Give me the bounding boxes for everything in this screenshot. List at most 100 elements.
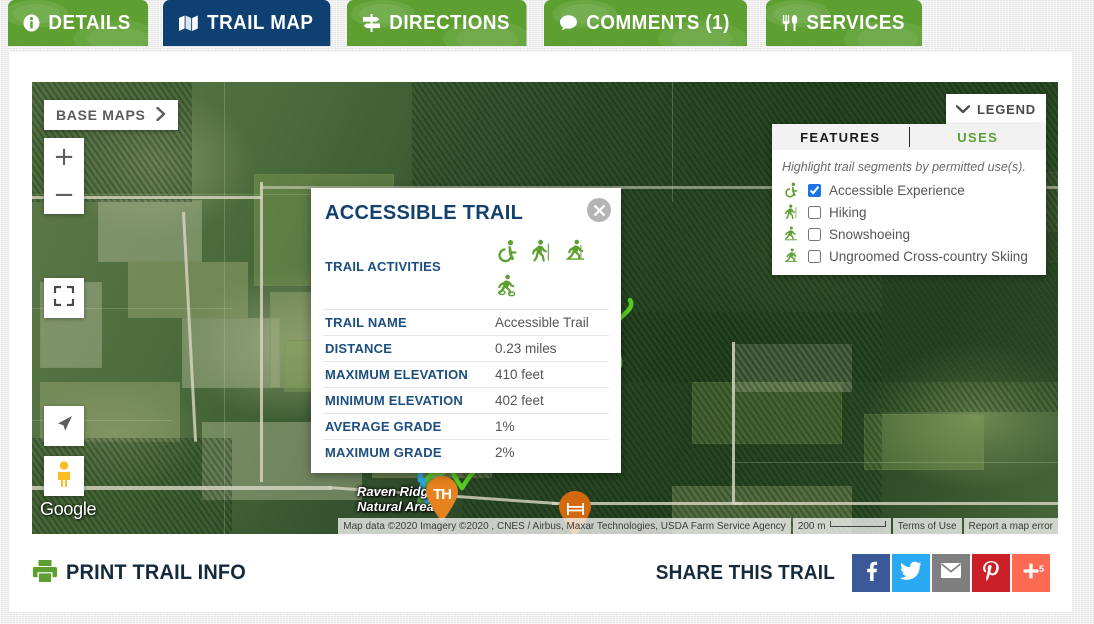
twitter-bird-icon — [899, 561, 922, 585]
terms-of-use-link[interactable]: Terms of Use — [892, 518, 962, 534]
report-map-error-link[interactable]: Report a map error — [963, 518, 1058, 534]
share-more-button[interactable]: 5 — [1012, 554, 1050, 592]
wheelchair-accessible-icon — [782, 182, 800, 198]
fullscreen-button[interactable] — [44, 278, 84, 318]
facebook-icon — [860, 560, 882, 587]
legend-tab-uses[interactable]: USES — [910, 124, 1047, 150]
tab-services-label: SERVICES — [806, 11, 905, 34]
legend-checkbox-hiking[interactable] — [808, 205, 821, 219]
share-pinterest-button[interactable] — [972, 554, 1010, 592]
snowshoeing-icon[interactable] — [495, 274, 519, 303]
trailhead-marker[interactable]: TH — [424, 475, 460, 523]
info-row-trail-name: TRAIL NAME Accessible Trail — [323, 309, 609, 335]
legend-description: Highlight trail segments by permitted us… — [782, 160, 1026, 174]
tab-trail-map[interactable]: TRAIL MAP — [162, 0, 330, 46]
share-twitter-button[interactable] — [892, 554, 930, 592]
trail-activities-icons — [495, 237, 609, 303]
snowshoeing-icon — [782, 226, 800, 242]
zoom-out-button[interactable]: − — [44, 176, 84, 214]
map-attribution-bar: Map data ©2020 Imagery ©2020 , CNES / Ai… — [32, 518, 1058, 534]
legend-tab-features[interactable]: FEATURES — [772, 124, 909, 150]
print-trail-info-button[interactable]: PRINT TRAIL INFO — [32, 558, 255, 589]
close-icon[interactable] — [587, 198, 611, 222]
street-view-pegman-button[interactable] — [44, 456, 84, 496]
info-key: AVERAGE GRADE — [325, 419, 442, 434]
legend-item-ungroomed-cross-country-skiing[interactable]: Ungroomed Cross-country Skiing — [772, 245, 1046, 267]
info-row-maximum-grade: MAXIMUM GRADE 2% — [323, 439, 609, 465]
info-key: MINIMUM ELEVATION — [325, 393, 463, 408]
legend-toggle-button[interactable]: LEGEND — [946, 94, 1046, 124]
hiking-icon[interactable] — [529, 239, 553, 268]
info-key: TRAIL NAME — [325, 315, 407, 330]
legend-label-snowshoeing[interactable]: Snowshoeing — [829, 227, 910, 242]
legend-label-hiking[interactable]: Hiking — [829, 205, 867, 220]
zoom-in-button[interactable]: + — [44, 138, 84, 176]
info-value: 1% — [495, 419, 515, 434]
wheelchair-accessible-icon[interactable] — [495, 239, 519, 268]
legend-item-accessible-experience[interactable]: Accessible Experience — [772, 179, 1046, 201]
bench-icon — [557, 495, 593, 523]
fullscreen-icon — [53, 285, 75, 311]
tab-comments-label: COMMENTS (1) — [586, 11, 730, 34]
trail-info-popup: ACCESSIBLE TRAIL TRAIL ACTIVITIES TRAIL … — [311, 188, 621, 473]
legend-checkbox-snowshoeing[interactable] — [808, 227, 821, 241]
locate-me-button[interactable] — [44, 406, 84, 446]
base-maps-label: BASE MAPS — [56, 107, 146, 123]
popup-title: ACCESSIBLE TRAIL — [325, 202, 524, 224]
base-maps-button[interactable]: BASE MAPS — [44, 100, 178, 130]
tab-details-label: DETAILS — [48, 11, 131, 34]
cross-country-skiing-icon — [782, 248, 800, 264]
google-logo: Google — [40, 499, 97, 519]
street-view-pegman-icon — [54, 460, 74, 492]
trailhead-marker-label: TH — [433, 485, 452, 503]
legend-panel: FEATURES USES Highlight trail segments b… — [772, 124, 1046, 275]
utensils-icon — [781, 14, 798, 32]
share-section: SHARE THIS TRAIL 5 — [651, 554, 1050, 592]
info-value: 0.23 miles — [495, 341, 557, 356]
share-this-trail-label: SHARE THIS TRAIL — [655, 561, 836, 584]
legend-label-ungroomed-cross-country-skiing[interactable]: Ungroomed Cross-country Skiing — [829, 249, 1028, 264]
info-value: Accessible Trail — [495, 315, 589, 330]
tab-directions-label: DIRECTIONS — [388, 11, 510, 34]
info-key: MAXIMUM ELEVATION — [325, 367, 469, 382]
printer-icon — [32, 558, 58, 589]
signpost-icon — [362, 14, 381, 32]
trail-map[interactable]: Raven Ridge Natural Area TH BASE MAPS + … — [32, 82, 1058, 534]
trail-activities-row: TRAIL ACTIVITIES — [323, 237, 609, 309]
content-panel: Raven Ridge Natural Area TH BASE MAPS + … — [10, 52, 1072, 612]
navigation-arrow-icon — [54, 414, 74, 439]
legend-checkbox-accessible-experience[interactable] — [808, 183, 821, 197]
plus-icon — [1022, 562, 1040, 585]
hiking-icon — [782, 204, 800, 220]
legend-item-snowshoeing[interactable]: Snowshoeing — [772, 223, 1046, 245]
info-row-distance: DISTANCE 0.23 miles — [323, 335, 609, 361]
share-email-button[interactable] — [932, 554, 970, 592]
tab-comments[interactable]: COMMENTS (1) — [544, 0, 747, 46]
share-facebook-button[interactable] — [852, 554, 890, 592]
legend-checkbox-ungroomed-cross-country-skiing[interactable] — [808, 249, 821, 263]
info-row-average-grade: AVERAGE GRADE 1% — [323, 413, 609, 439]
info-value: 410 feet — [495, 367, 544, 382]
share-more-count: 5 — [1038, 564, 1044, 574]
share-buttons: 5 — [852, 554, 1050, 592]
trail-activities-label: TRAIL ACTIVITIES — [325, 259, 441, 274]
map-icon — [178, 14, 199, 32]
print-trail-info-label: PRINT TRAIL INFO — [66, 561, 247, 584]
scale-bar-graphic — [829, 521, 886, 527]
map-scale-bar: 200 m — [792, 518, 891, 534]
tab-details[interactable]: DETAILS — [8, 0, 148, 46]
legend-label-accessible-experience[interactable]: Accessible Experience — [829, 183, 965, 198]
main-tab-bar: DETAILS TRAIL MAP DIRECTIONS COMMENTS (1… — [0, 0, 1094, 52]
cross-country-skiing-icon[interactable] — [563, 239, 587, 268]
info-key: DISTANCE — [325, 341, 393, 356]
tab-directions[interactable]: DIRECTIONS — [347, 0, 527, 46]
info-row-minimum-elevation: MINIMUM ELEVATION 402 feet — [323, 387, 609, 413]
tab-services[interactable]: SERVICES — [766, 0, 922, 46]
legend-item-hiking[interactable]: Hiking — [772, 201, 1046, 223]
zoom-controls: + − — [44, 138, 84, 214]
info-value: 2% — [495, 445, 515, 460]
pinterest-icon — [980, 560, 1002, 587]
info-key: MAXIMUM GRADE — [325, 445, 442, 460]
info-value: 402 feet — [495, 393, 544, 408]
comment-icon — [559, 14, 578, 32]
